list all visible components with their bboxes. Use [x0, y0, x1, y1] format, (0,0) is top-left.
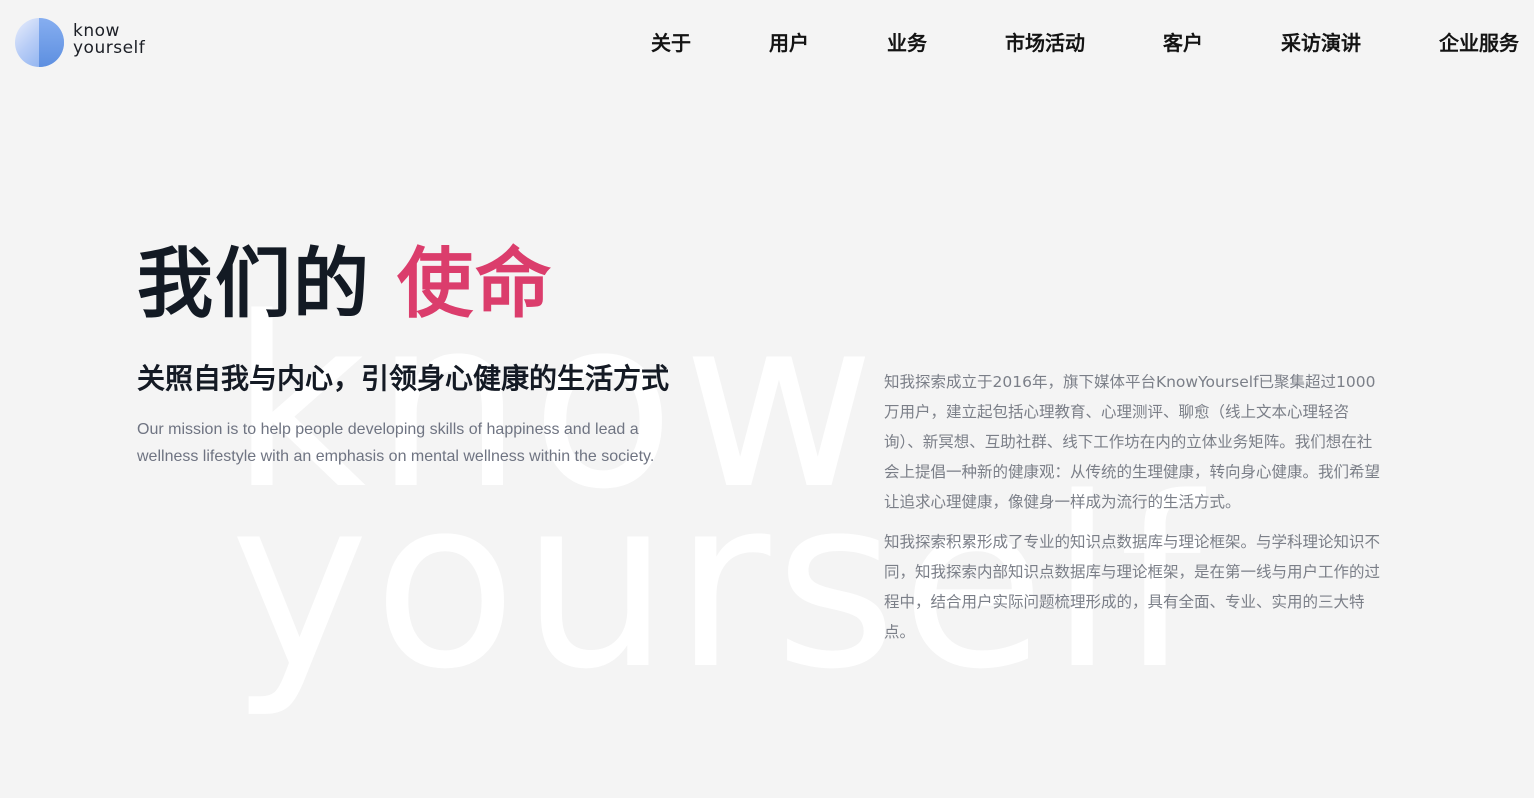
mission-title: 我们的 使命: [137, 238, 553, 330]
nav-item-enterprise[interactable]: 企业服务: [1439, 29, 1519, 57]
about-section: 知我探索成立于2016年，旗下媒体平台KnowYourself已聚集超过1000…: [884, 367, 1384, 657]
nav-item-business[interactable]: 业务: [887, 29, 927, 57]
knowyourself-logo[interactable]: know yourself: [15, 18, 165, 68]
main-nav: 关于 用户 业务 市场活动 客户 采访演讲 企业服务: [651, 29, 1519, 57]
mission-title-accent: 使命: [397, 239, 553, 328]
logo-wordmark: know yourself: [73, 23, 145, 57]
logo-word-yourself: yourself: [73, 38, 146, 58]
nav-item-users[interactable]: 用户: [769, 29, 809, 57]
about-paragraph: 知我探索积累形成了专业的知识点数据库与理论框架。与学科理论知识不同，知我探索内部…: [884, 533, 1381, 641]
nav-item-about[interactable]: 关于: [651, 29, 691, 57]
logo-mark-icon: [15, 18, 64, 67]
nav-item-interviews[interactable]: 采访演讲: [1281, 29, 1361, 57]
nav-item-marketing[interactable]: 市场活动: [1005, 29, 1085, 57]
site-header: know yourself 关于 用户 业务 市场活动 客户 采访演讲 企业服务: [0, 0, 1534, 86]
mission-description-en: Our mission is to help people developing…: [137, 421, 655, 465]
mission-title-main: 我们的: [137, 239, 371, 328]
about-paragraph: 知我探索成立于2016年，旗下媒体平台KnowYourself已聚集超过1000…: [884, 373, 1381, 511]
nav-item-clients[interactable]: 客户: [1163, 29, 1203, 57]
mission-subtitle: 关照自我与内心，引领身心健康的生活方式: [137, 362, 670, 395]
